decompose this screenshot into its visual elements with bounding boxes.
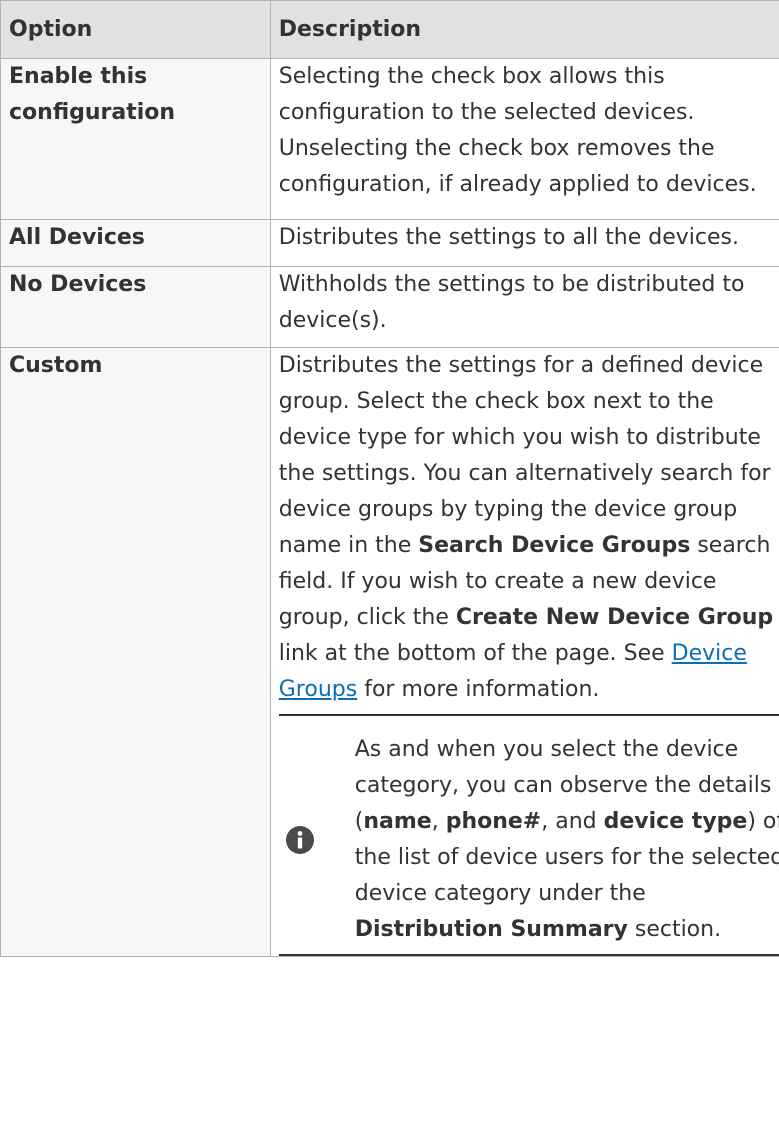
note-term-distribution-summary: Distribution Summary [354, 917, 628, 942]
note-term-phone: phone# [445, 809, 542, 834]
create-new-device-group-term: Create New Device Group [455, 605, 774, 630]
option-all-devices: All Devices [0, 219, 271, 267]
info-note: As and when you select the device catego… [278, 714, 779, 956]
note-text-part: , [431, 809, 446, 834]
description-all-devices: Distributes the settings to all the devi… [269, 219, 779, 267]
custom-description-text: Distributes the settings for a defined d… [279, 348, 779, 714]
note-term-device-type: device type [603, 809, 748, 834]
description-enable-configuration: Selecting the check box allows this conf… [269, 58, 779, 220]
note-text-part: , and [541, 809, 604, 834]
table-row: All Devices Distributes the settings to … [0, 219, 779, 267]
description-custom: Distributes the settings for a defined d… [269, 347, 779, 957]
custom-text-part: for more information. [357, 677, 600, 702]
description-no-devices: Withholds the settings to be distributed… [269, 266, 779, 348]
table-row: Custom Distributes the settings for a de… [0, 347, 779, 957]
table-row: Enable this configuration Selecting the … [0, 58, 779, 220]
custom-text-part: link at the bottom of the page. See [278, 641, 672, 666]
note-text: As and when you select the device catego… [349, 732, 779, 948]
note-term-name: name [363, 809, 432, 834]
header-description: Description [269, 0, 779, 59]
options-table: Option Description Enable this configura… [0, 0, 779, 957]
table-header-row: Option Description [0, 0, 779, 59]
option-no-devices: No Devices [0, 266, 271, 348]
note-text-part: section. [627, 917, 722, 942]
info-icon [279, 825, 349, 855]
header-option: Option [0, 0, 271, 59]
table-row: No Devices Withholds the settings to be … [0, 266, 779, 348]
custom-text-part: Distributes the settings for a defined d… [278, 353, 771, 558]
option-enable-configuration: Enable this configuration [0, 58, 271, 220]
search-device-groups-term: Search Device Groups [418, 533, 691, 558]
option-custom: Custom [0, 347, 271, 957]
